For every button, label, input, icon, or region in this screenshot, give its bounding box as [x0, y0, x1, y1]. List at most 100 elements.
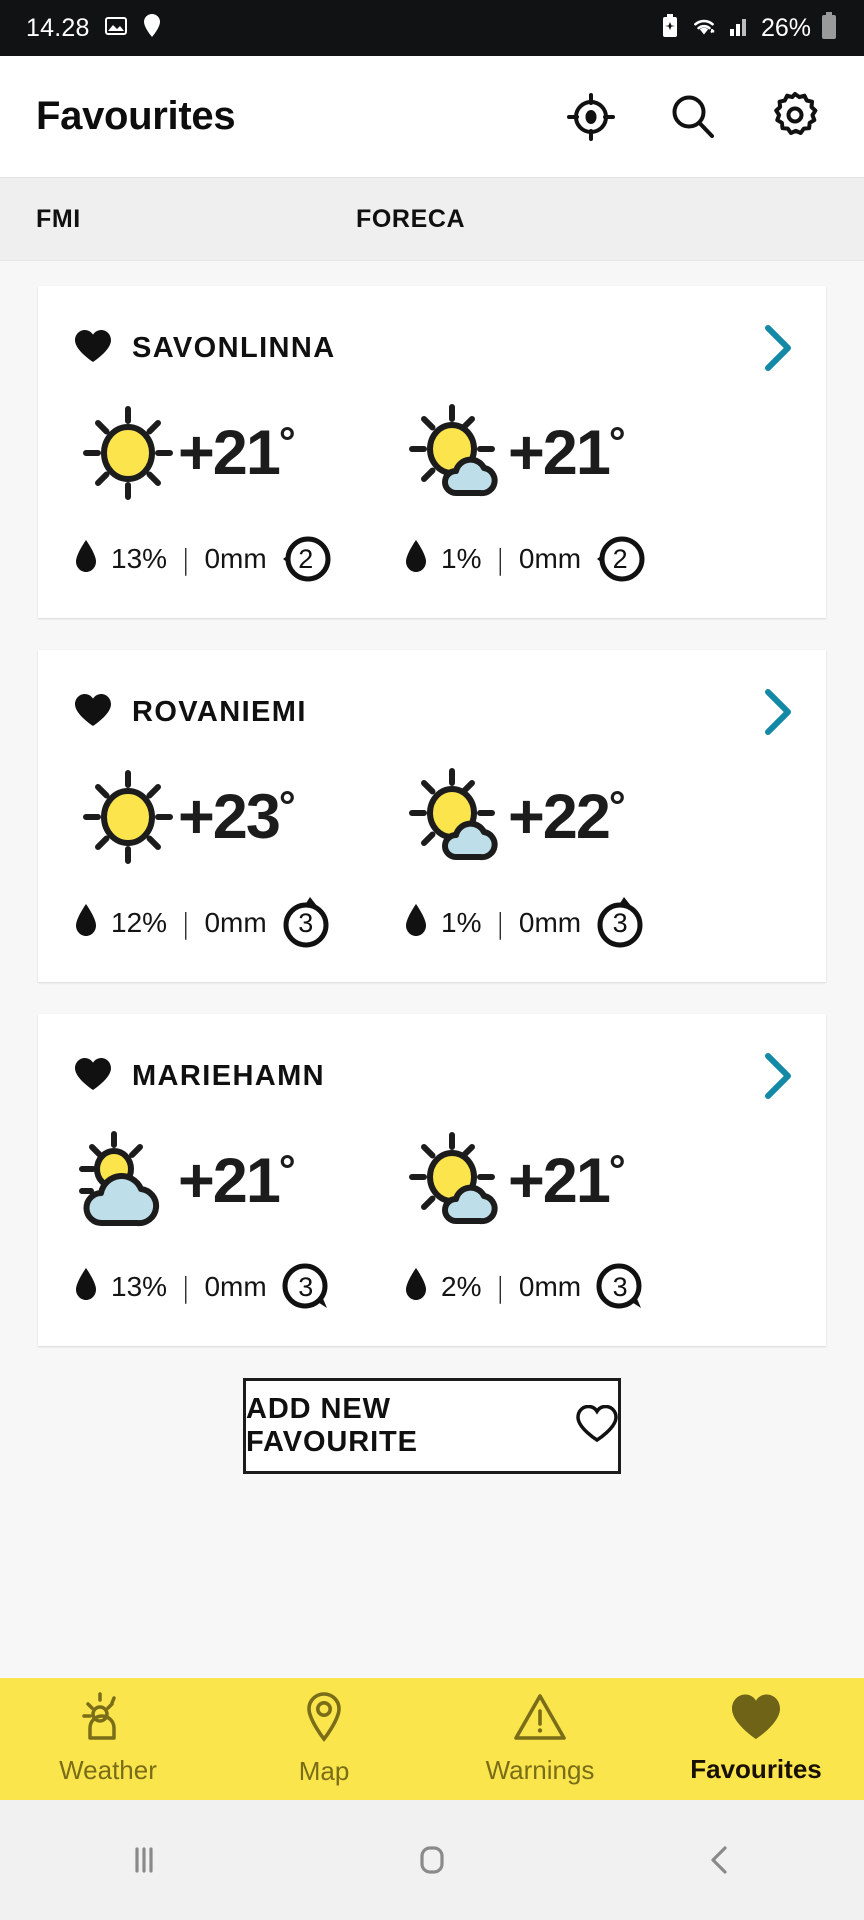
warning-count-badge[interactable]: 2	[591, 530, 649, 588]
location-pin-icon	[142, 13, 162, 44]
warning-count-value: 3	[298, 1271, 314, 1302]
heart-filled-icon	[74, 693, 112, 732]
temperature-value: +21°	[508, 1146, 626, 1216]
bottom-navigation: Weather Map Warnings Favourites	[0, 1678, 864, 1800]
favourite-card-header: MARIEHAMN	[38, 1048, 826, 1104]
battery-icon	[820, 11, 838, 45]
chevron-right-icon[interactable]	[756, 322, 800, 374]
precip-probability: 13%	[111, 543, 168, 574]
heart-filled-icon	[74, 1057, 112, 1096]
nav-tab-warnings[interactable]: Warnings	[432, 1692, 648, 1786]
home-button[interactable]	[288, 1837, 576, 1883]
meta-separator: |	[181, 906, 191, 940]
temperature-row: +21°	[404, 1122, 742, 1240]
temperature-row: +23°	[74, 758, 390, 876]
warning-count-value: 2	[612, 543, 628, 574]
partly-sunny-icon	[404, 1129, 512, 1233]
locate-icon[interactable]	[562, 88, 620, 146]
water-drop-icon	[74, 903, 98, 944]
warning-triangle-icon	[513, 1692, 567, 1747]
precip-probability: 1%	[441, 907, 482, 938]
favourites-list: SAVONLINNA +21° 13% | 0mm 2 +21° 1% | 0m…	[0, 261, 864, 1474]
precipitation-row: 2% | 0mm 3	[404, 1258, 742, 1316]
warning-count-badge[interactable]: 3	[591, 1258, 649, 1316]
temperature-row: +21°	[74, 394, 390, 512]
app-bar-actions	[562, 88, 830, 146]
precip-probability: 12%	[111, 907, 168, 938]
meta-separator: |	[495, 906, 505, 940]
source-header-row: FMI FORECA	[0, 177, 864, 261]
sunny-icon	[74, 401, 182, 505]
precip-amount: 0mm	[204, 1271, 267, 1302]
precipitation-row: 13% | 0mm 2	[74, 530, 390, 588]
partly-sunny-icon	[404, 765, 512, 869]
warning-count-value: 3	[612, 1271, 628, 1302]
battery-percent-label: 26%	[760, 13, 811, 42]
sunny-icon	[74, 765, 182, 869]
nav-tab-map[interactable]: Map	[216, 1691, 432, 1787]
forecast-columns: +21° 13% | 0mm	[38, 376, 826, 588]
add-favourite-wrap: ADD NEW FAVOURITE	[0, 1378, 864, 1474]
temperature-value: +21°	[178, 1146, 296, 1216]
forecast-columns: +21° 13% | 0mm	[38, 1104, 826, 1316]
nav-tab-weather[interactable]: Weather	[0, 1692, 216, 1786]
heart-outline-icon	[576, 1404, 618, 1448]
app-bar: Favourites	[0, 56, 864, 177]
temperature-value: +22°	[508, 782, 626, 852]
mostly-cloudy-icon	[74, 1129, 182, 1233]
favourite-card-header: SAVONLINNA	[38, 320, 826, 376]
favourite-city-name: MARIEHAMN	[132, 1059, 326, 1092]
partly-sunny-icon	[404, 401, 512, 505]
status-bar-clock: 14.28	[26, 13, 90, 42]
settings-gear-icon[interactable]	[766, 88, 824, 146]
favourite-card[interactable]: SAVONLINNA +21° 13% | 0mm 2 +21° 1% | 0m…	[38, 286, 826, 618]
warning-count-badge[interactable]: 3	[277, 894, 335, 952]
precipitation-row: 13% | 0mm 3	[74, 1258, 390, 1316]
favourite-card[interactable]: MARIEHAMN +21° 13% | 0mm 3 +21° 2% | 0mm…	[38, 1014, 826, 1346]
nav-tab-favourites[interactable]: Favourites	[648, 1693, 864, 1785]
status-bar-left: 14.28	[26, 13, 162, 44]
heart-filled-icon	[74, 329, 112, 368]
forecast-columns: +23° 12% | 0mm 3 +22° 1% | 0mm 3	[38, 740, 826, 952]
favourite-card[interactable]: ROVANIEMI +23° 12% | 0mm 3 +22° 1% | 0mm…	[38, 650, 826, 982]
chevron-right-icon[interactable]	[756, 1050, 800, 1102]
favourite-card-header: ROVANIEMI	[38, 684, 826, 740]
warning-count-badge[interactable]: 3	[591, 894, 649, 952]
meta-separator: |	[181, 1270, 191, 1304]
chevron-right-icon[interactable]	[756, 686, 800, 738]
water-drop-icon	[404, 1267, 428, 1308]
map-pin-icon	[302, 1691, 346, 1748]
warning-count-badge[interactable]: 3	[277, 1258, 335, 1316]
source-column-fmi: FMI	[36, 204, 81, 233]
battery-saver-icon	[660, 13, 680, 44]
page-title: Favourites	[36, 94, 236, 138]
precipitation-row: 1% | 0mm 3	[404, 894, 742, 952]
back-button[interactable]	[576, 1837, 864, 1883]
temperature-row: +21°	[404, 394, 742, 512]
warning-count-value: 3	[612, 907, 628, 938]
status-bar-right: 26%	[660, 11, 838, 45]
warning-count-badge[interactable]: 2	[277, 530, 335, 588]
water-drop-icon	[404, 539, 428, 580]
precip-probability: 2%	[441, 1271, 482, 1302]
precip-amount: 0mm	[204, 543, 267, 574]
water-drop-icon	[74, 1267, 98, 1308]
status-bar: 14.28 26%	[0, 0, 864, 56]
temperature-value: +23°	[178, 782, 296, 852]
meta-separator: |	[495, 1270, 505, 1304]
signal-icon	[728, 14, 752, 43]
forecast-column-foreca: +21° 1% | 0mm 2	[390, 394, 742, 588]
android-navigation-bar	[0, 1800, 864, 1920]
precip-probability: 1%	[441, 543, 482, 574]
heart-filled-icon	[730, 1693, 782, 1746]
precipitation-row: 1% | 0mm 2	[404, 530, 742, 588]
precip-probability: 13%	[111, 1271, 168, 1302]
nav-label-warnings: Warnings	[485, 1755, 595, 1785]
recents-button[interactable]	[0, 1837, 288, 1883]
weather-sun-cloud-icon	[80, 1692, 136, 1747]
forecast-column-fmi: +21° 13% | 0mm	[38, 394, 390, 588]
add-new-favourite-button[interactable]: ADD NEW FAVOURITE	[243, 1378, 621, 1474]
search-icon[interactable]	[664, 88, 722, 146]
temperature-value: +21°	[508, 418, 626, 488]
precip-amount: 0mm	[204, 907, 267, 938]
